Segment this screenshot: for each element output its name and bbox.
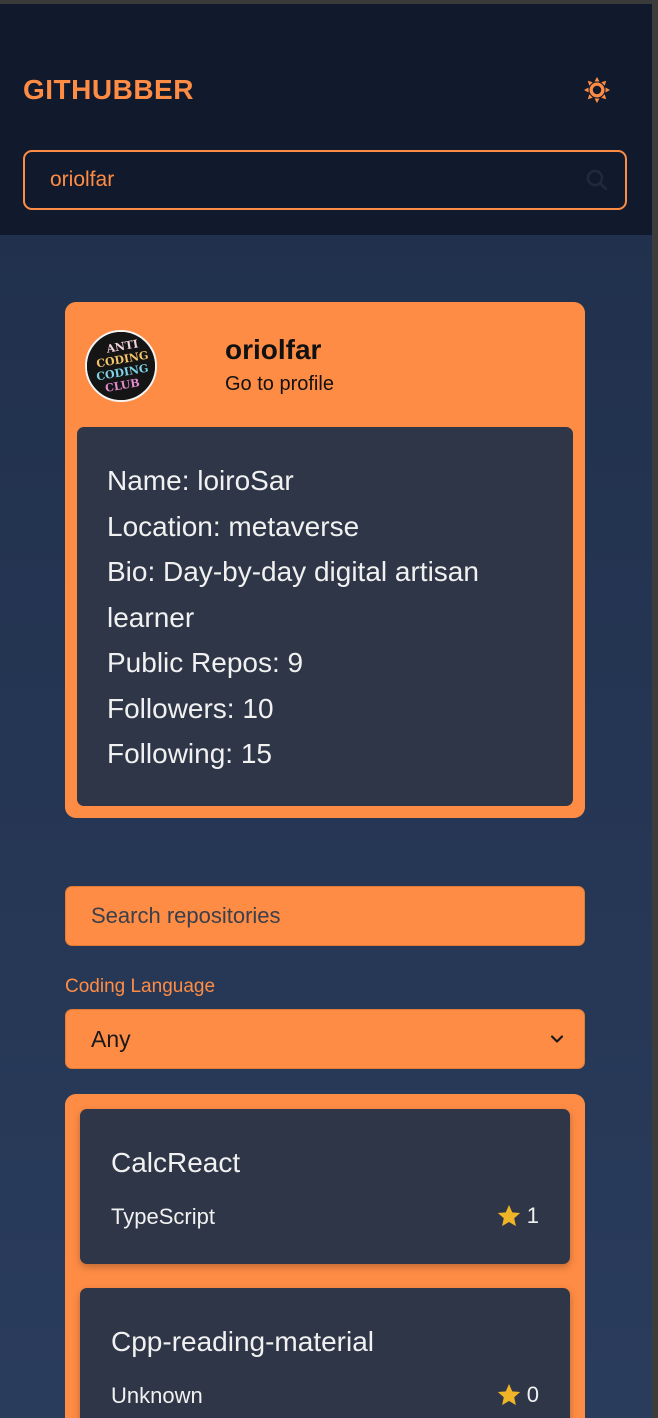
repo-name: Cpp-reading-material (111, 1326, 375, 1357)
profile-username: oriolfar (225, 334, 322, 365)
window-scrollbar-track (652, 0, 658, 1418)
user-search-input[interactable] (50, 166, 570, 194)
language-filter-label: Coding Language (65, 976, 216, 997)
app-header: GITHUBBER (0, 4, 652, 235)
language-selected-value: Any (91, 1026, 131, 1052)
star-icon (497, 1204, 520, 1227)
repo-card[interactable]: Cpp-reading-material Unknown 0 (80, 1288, 570, 1418)
chevron-down-icon (550, 1035, 564, 1043)
app-brand[interactable]: GITHUBBER (23, 74, 194, 106)
detail-following: Following: 15 (107, 738, 272, 769)
detail-name: Name: loiroSar (107, 465, 294, 496)
theme-toggle-button[interactable] (581, 74, 613, 106)
sun-icon (584, 77, 610, 103)
repo-search-input[interactable] (91, 901, 561, 931)
avatar-image: ANTI CODING CODING CLUB (87, 332, 155, 400)
repo-search-box[interactable] (65, 886, 585, 946)
go-to-profile-link[interactable]: Go to profile (225, 373, 334, 396)
repo-language: Unknown (111, 1383, 203, 1408)
repo-card[interactable]: CalcReact TypeScript 1 (80, 1109, 570, 1264)
repo-star-count: 1 (526, 1203, 539, 1228)
search-icon[interactable] (585, 168, 609, 192)
detail-bio: Bio: Day-by-day digital artisan learner (107, 556, 479, 633)
star-icon (497, 1383, 520, 1406)
detail-public-repos: Public Repos: 9 (107, 647, 304, 678)
avatar[interactable]: ANTI CODING CODING CLUB (85, 330, 157, 402)
language-select[interactable]: Any (65, 1009, 585, 1069)
repo-list: CalcReact TypeScript 1 Cpp-reading-mater… (65, 1094, 585, 1418)
profile-card: ANTI CODING CODING CLUB oriolfar Go to p… (65, 302, 585, 818)
repo-stars: 1 (496, 1203, 539, 1229)
repo-name: CalcReact (111, 1147, 241, 1178)
profile-details: Name: loiroSar Location: metaverse Bio: … (77, 427, 573, 806)
user-search-box[interactable] (23, 150, 627, 210)
repo-star-count: 0 (526, 1382, 539, 1407)
detail-location: Location: metaverse (107, 510, 360, 542)
detail-followers: Followers: 10 (107, 692, 274, 724)
repo-language: TypeScript (111, 1204, 215, 1229)
repo-stars: 0 (496, 1382, 539, 1408)
